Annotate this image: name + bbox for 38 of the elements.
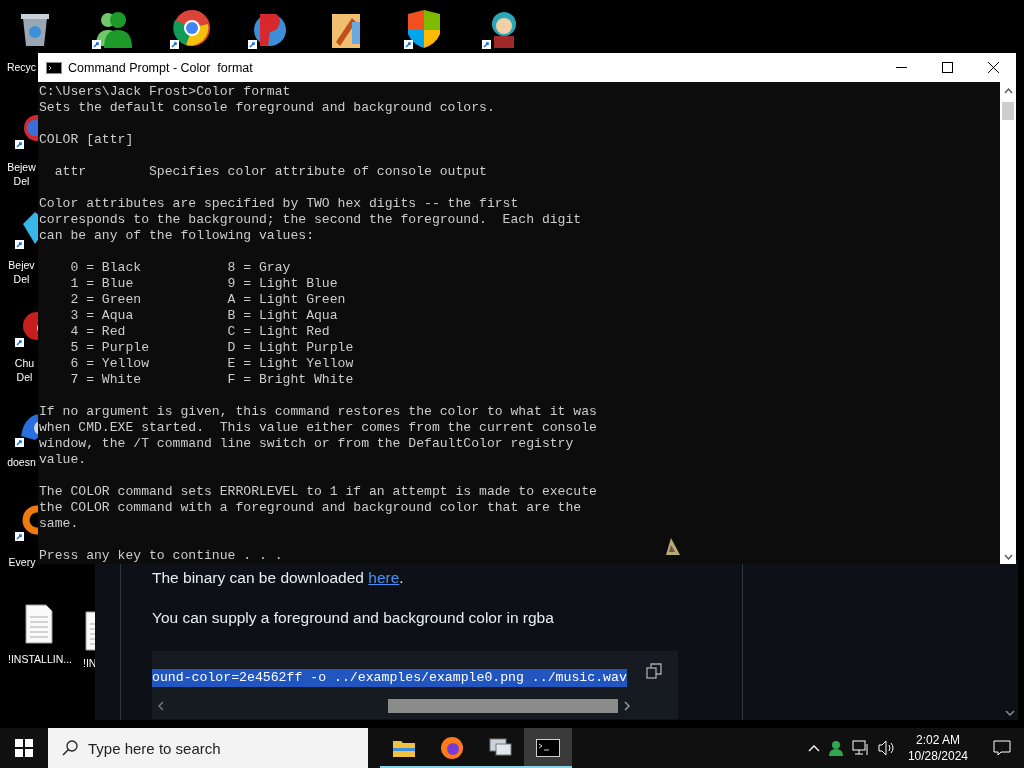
icon-label: Bejew Del — [6, 160, 37, 188]
icon-label: !IN — [83, 656, 95, 670]
console-line: 5 = Purple D = Light Purple — [69, 340, 355, 356]
icon-label: Chu Del — [13, 356, 36, 384]
console-line: 3 = Aqua B = Light Aqua — [69, 308, 339, 324]
console-line: If no argument is given, this command restores the color to what it was — [39, 404, 598, 420]
console-line: 7 = White F = Bright White — [69, 372, 355, 388]
console-line: when CMD.EXE started. This value either comes from the current console — [39, 420, 598, 436]
console-line: corresponds to the background; the second the foreground. Each digit — [39, 212, 583, 228]
download-link[interactable]: here — [368, 569, 400, 586]
console-line: Sets the default console foreground and background colors. — [39, 100, 496, 116]
window-title: Command Prompt - Color format — [68, 60, 254, 75]
console-line: the COLOR command with a foreground and background color that are the — [39, 500, 583, 516]
code-text: ound-color=2e4562ff -o ../examples/example0.png ../music.wav — [152, 669, 627, 687]
icon-label: Bejev Del — [7, 258, 36, 286]
console-line: 0 = Black 8 = Gray — [69, 260, 292, 276]
console-line: can be any of the following values: — [39, 228, 315, 244]
icon-label: !INSTALLIN... — [7, 652, 73, 666]
console-line: value. — [39, 452, 88, 468]
clock[interactable]: 2:02 AM 10/28/2024 — [903, 732, 972, 764]
console-line: 6 = Yellow E = Light Yellow — [69, 356, 355, 372]
console-line: The COLOR command sets ERRORLEVEL to 1 if an attempt is made to execute — [39, 484, 598, 500]
icon-label: Recyc — [6, 60, 37, 74]
console-line: 4 = Red C = Light Red — [69, 324, 331, 340]
icon-label: doesn — [6, 455, 37, 469]
console-line: C:\Users\Jack Frost>Color format — [39, 84, 292, 100]
search-field[interactable]: Type here to search — [48, 728, 368, 768]
console-line: 2 = Green A = Light Green — [69, 292, 347, 308]
console-line: Press any key to continue . . . — [39, 548, 284, 564]
console-line: attr Specifies color attribute of console output — [53, 164, 488, 180]
console-line: 1 = Blue 9 = Light Blue — [69, 276, 339, 292]
download-text: The binary can be downloaded here. — [152, 568, 405, 588]
paragraph: You can supply a foreground and background color in rgba — [152, 608, 555, 628]
console-line: same. — [39, 516, 80, 532]
console-line: COLOR [attr] — [39, 132, 135, 148]
icon-label: Every — [7, 555, 37, 569]
console-line: Color attributes are specified by TWO hex digits -- the first — [39, 196, 520, 212]
console-line: window, the /T command line switch or from the DefaultColor registry — [39, 436, 575, 452]
